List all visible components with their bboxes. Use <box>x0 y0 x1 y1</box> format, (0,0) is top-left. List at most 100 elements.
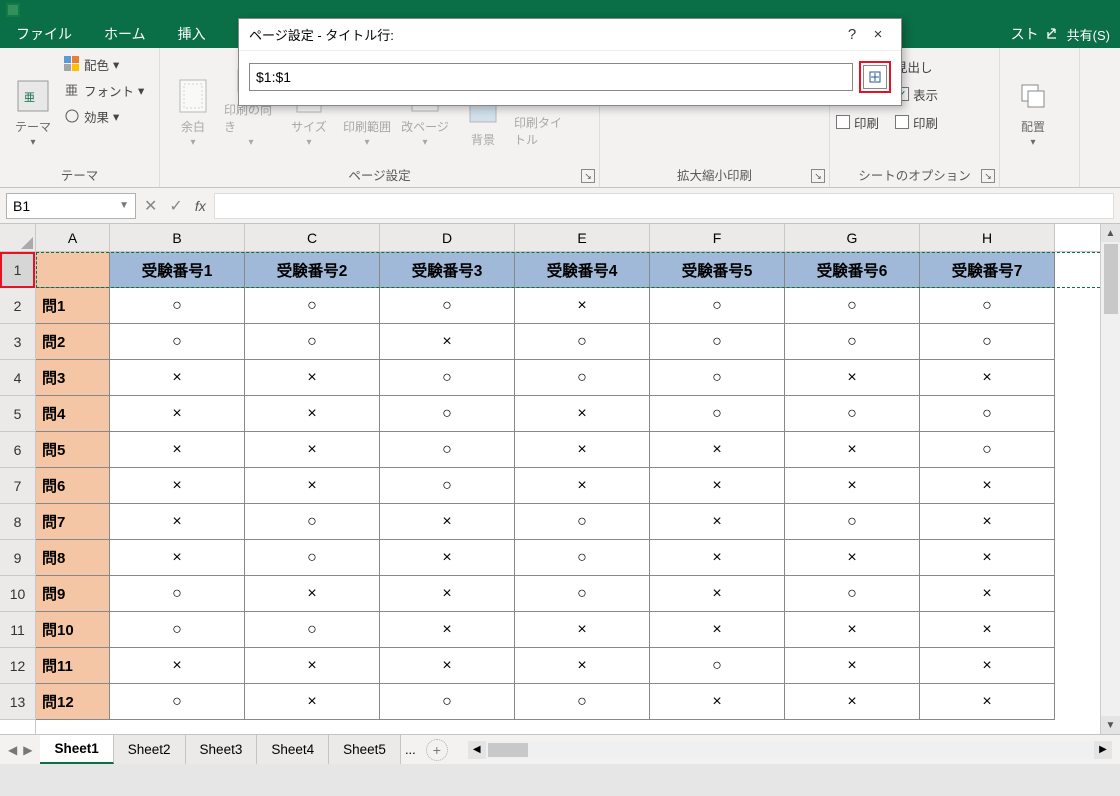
row-header[interactable]: 7 <box>0 468 35 504</box>
data-cell[interactable]: × <box>785 360 920 396</box>
column-header[interactable]: E <box>515 224 650 251</box>
data-cell[interactable]: × <box>245 684 380 720</box>
data-cell[interactable]: × <box>920 612 1055 648</box>
data-cell[interactable]: ○ <box>515 540 650 576</box>
data-cell[interactable]: ○ <box>920 396 1055 432</box>
data-cell[interactable]: × <box>515 648 650 684</box>
data-cell[interactable]: × <box>515 432 650 468</box>
data-cell[interactable]: × <box>110 468 245 504</box>
data-cell[interactable]: ○ <box>110 684 245 720</box>
data-cell[interactable]: ○ <box>920 324 1055 360</box>
cancel-icon[interactable]: ✕ <box>144 196 157 216</box>
fonts-button[interactable]: 亜フォント▾ <box>64 78 144 102</box>
data-cell[interactable]: ○ <box>380 288 515 324</box>
row-label-cell[interactable]: 問1 <box>36 288 110 324</box>
row-header[interactable]: 10 <box>0 576 35 612</box>
data-cell[interactable]: × <box>920 504 1055 540</box>
share-icon[interactable] <box>1045 26 1061 42</box>
data-cell[interactable]: × <box>650 432 785 468</box>
tab-insert[interactable]: 挿入 <box>162 20 222 48</box>
header-cell[interactable]: 受験番号5 <box>650 252 785 288</box>
data-cell[interactable]: × <box>920 360 1055 396</box>
data-cell[interactable]: × <box>920 468 1055 504</box>
data-cell[interactable]: × <box>650 504 785 540</box>
scroll-down-icon[interactable]: ▼ <box>1101 716 1120 734</box>
data-cell[interactable]: ○ <box>110 288 245 324</box>
sheet-tab[interactable]: Sheet1 <box>40 735 113 764</box>
data-cell[interactable]: ○ <box>110 576 245 612</box>
data-cell[interactable]: × <box>245 360 380 396</box>
row-label-cell[interactable]: 問3 <box>36 360 110 396</box>
column-header[interactable]: A <box>36 224 110 251</box>
data-cell[interactable]: × <box>110 540 245 576</box>
data-cell[interactable]: ○ <box>650 648 785 684</box>
data-cell[interactable]: ○ <box>785 576 920 612</box>
data-cell[interactable]: ○ <box>110 324 245 360</box>
data-cell[interactable]: ○ <box>110 612 245 648</box>
scale-launcher-icon[interactable]: ↘ <box>811 169 825 183</box>
row-header[interactable]: 11 <box>0 612 35 648</box>
data-cell[interactable]: ○ <box>650 324 785 360</box>
data-cell[interactable]: ○ <box>380 396 515 432</box>
hscroll-left-icon[interactable]: ◀ <box>468 741 486 759</box>
data-cell[interactable]: ○ <box>245 324 380 360</box>
sheet-tab[interactable]: Sheet2 <box>114 735 186 764</box>
data-cell[interactable]: ○ <box>785 288 920 324</box>
column-header[interactable]: B <box>110 224 245 251</box>
themes-button[interactable]: 亜 テーマ▾ <box>6 52 60 148</box>
pagesetup-launcher-icon[interactable]: ↘ <box>581 169 595 183</box>
row-label-cell[interactable]: 問10 <box>36 612 110 648</box>
row-header[interactable]: 9 <box>0 540 35 576</box>
tab-home[interactable]: ホーム <box>88 20 162 48</box>
data-cell[interactable]: ○ <box>920 432 1055 468</box>
row-label-cell[interactable]: 問9 <box>36 576 110 612</box>
data-cell[interactable]: ○ <box>380 468 515 504</box>
hscroll-thumb[interactable] <box>488 743 528 757</box>
formula-input[interactable] <box>214 193 1114 219</box>
data-cell[interactable]: × <box>650 576 785 612</box>
data-cell[interactable]: × <box>245 396 380 432</box>
select-all-button[interactable] <box>0 224 35 252</box>
data-cell[interactable]: × <box>920 684 1055 720</box>
header-cell[interactable]: 受験番号2 <box>245 252 380 288</box>
data-cell[interactable]: ○ <box>920 288 1055 324</box>
row-header[interactable]: 1 <box>0 252 35 288</box>
data-cell[interactable]: × <box>785 468 920 504</box>
row-label-cell[interactable]: 問11 <box>36 648 110 684</box>
data-cell[interactable]: ○ <box>380 432 515 468</box>
data-cell[interactable]: ○ <box>380 684 515 720</box>
data-cell[interactable]: × <box>515 288 650 324</box>
data-cell[interactable]: ○ <box>245 612 380 648</box>
gridlines-print-checkbox[interactable] <box>836 115 850 129</box>
data-cell[interactable]: × <box>110 648 245 684</box>
share-label[interactable]: 共有(S) <box>1067 25 1110 44</box>
data-cell[interactable]: × <box>785 540 920 576</box>
data-cell[interactable]: ○ <box>785 396 920 432</box>
headings-print-checkbox[interactable] <box>895 115 909 129</box>
data-cell[interactable]: × <box>380 540 515 576</box>
column-header[interactable]: F <box>650 224 785 251</box>
tab-file[interactable]: ファイル <box>0 20 88 48</box>
sheet-tab[interactable]: Sheet4 <box>257 735 329 764</box>
data-cell[interactable]: ○ <box>245 540 380 576</box>
row-label-cell[interactable]: 問5 <box>36 432 110 468</box>
data-cell[interactable]: × <box>920 540 1055 576</box>
header-cell[interactable]: 受験番号4 <box>515 252 650 288</box>
row-header[interactable]: 6 <box>0 432 35 468</box>
row-header[interactable]: 4 <box>0 360 35 396</box>
data-cell[interactable]: × <box>785 648 920 684</box>
add-sheet-button[interactable]: + <box>426 739 448 761</box>
title-rows-input[interactable] <box>249 63 853 91</box>
effects-button[interactable]: 効果▾ <box>64 104 144 128</box>
data-cell[interactable]: × <box>785 432 920 468</box>
arrange-button[interactable]: 配置▾ <box>1006 52 1060 148</box>
data-cell[interactable]: × <box>650 684 785 720</box>
data-cell[interactable]: × <box>785 612 920 648</box>
data-cell[interactable]: ○ <box>515 576 650 612</box>
data-cell[interactable]: × <box>245 576 380 612</box>
data-cell[interactable]: × <box>380 324 515 360</box>
tab-end[interactable]: スト <box>1005 20 1045 48</box>
data-cell[interactable]: × <box>245 648 380 684</box>
data-cell[interactable]: × <box>650 468 785 504</box>
data-cell[interactable]: × <box>380 504 515 540</box>
